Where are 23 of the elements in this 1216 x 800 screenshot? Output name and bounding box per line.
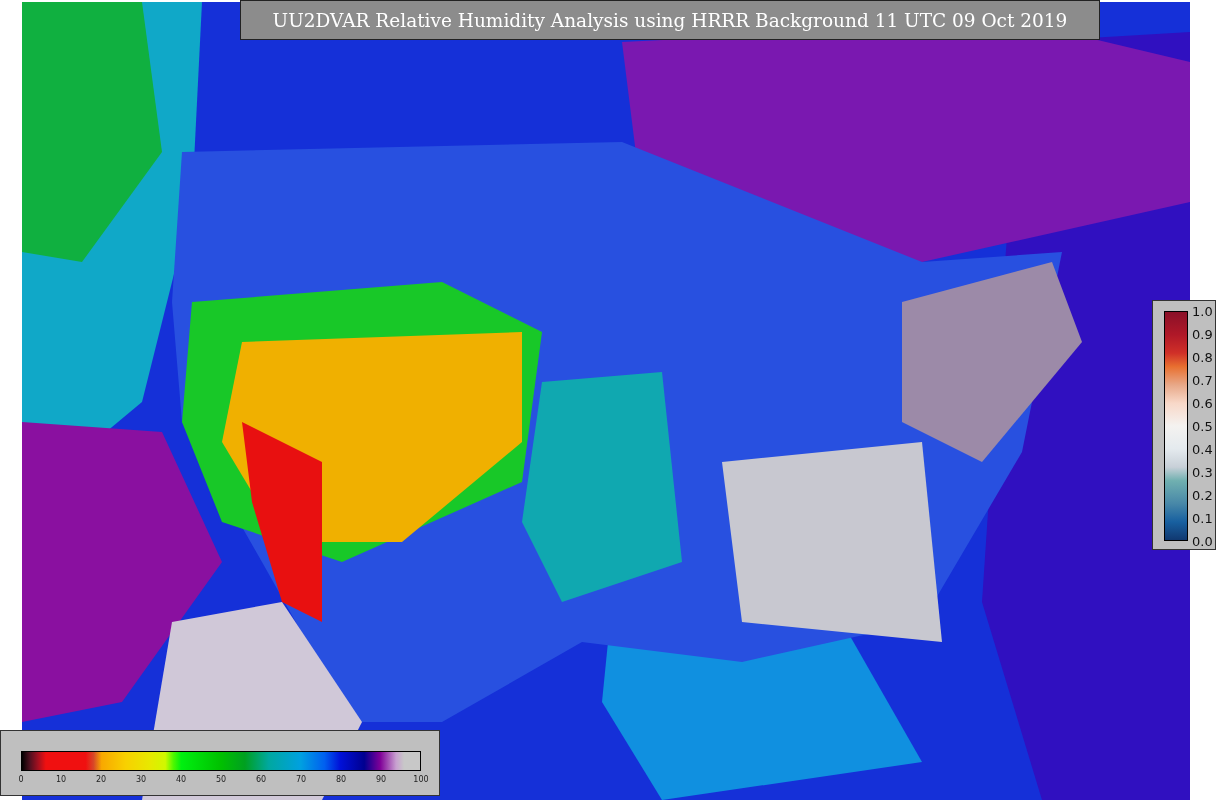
tick-label: 50 bbox=[215, 775, 227, 784]
tick-label: 0.5 bbox=[1192, 418, 1213, 434]
tick-label: 0.9 bbox=[1192, 326, 1213, 342]
tick-label: 100 bbox=[413, 775, 429, 784]
tick-label: 90 bbox=[375, 775, 387, 784]
tick-label: 20 bbox=[95, 775, 107, 784]
tick-label: 60 bbox=[255, 775, 267, 784]
tick-label: 30 bbox=[135, 775, 147, 784]
tick-label: 0.3 bbox=[1192, 464, 1213, 480]
tick-label: 0.4 bbox=[1192, 441, 1213, 457]
tick-label: 40 bbox=[175, 775, 187, 784]
tick-label: 0 bbox=[18, 775, 24, 784]
tick-label: 0.0 bbox=[1192, 533, 1213, 549]
tick-label: 0.7 bbox=[1192, 372, 1213, 388]
tick-label: 0.2 bbox=[1192, 487, 1213, 503]
chart-title: UU2DVAR Relative Humidity Analysis using HRRR Background 11 UTC 09 Oct 2019 bbox=[240, 0, 1100, 40]
tick-label: 0.1 bbox=[1192, 510, 1213, 526]
tick-label: 0.6 bbox=[1192, 395, 1213, 411]
tick-label: 80 bbox=[335, 775, 347, 784]
tick-label: 10 bbox=[55, 775, 67, 784]
tick-label: 70 bbox=[295, 775, 307, 784]
tick-label: 0.8 bbox=[1192, 349, 1213, 365]
tick-label: 1.0 bbox=[1192, 303, 1213, 319]
